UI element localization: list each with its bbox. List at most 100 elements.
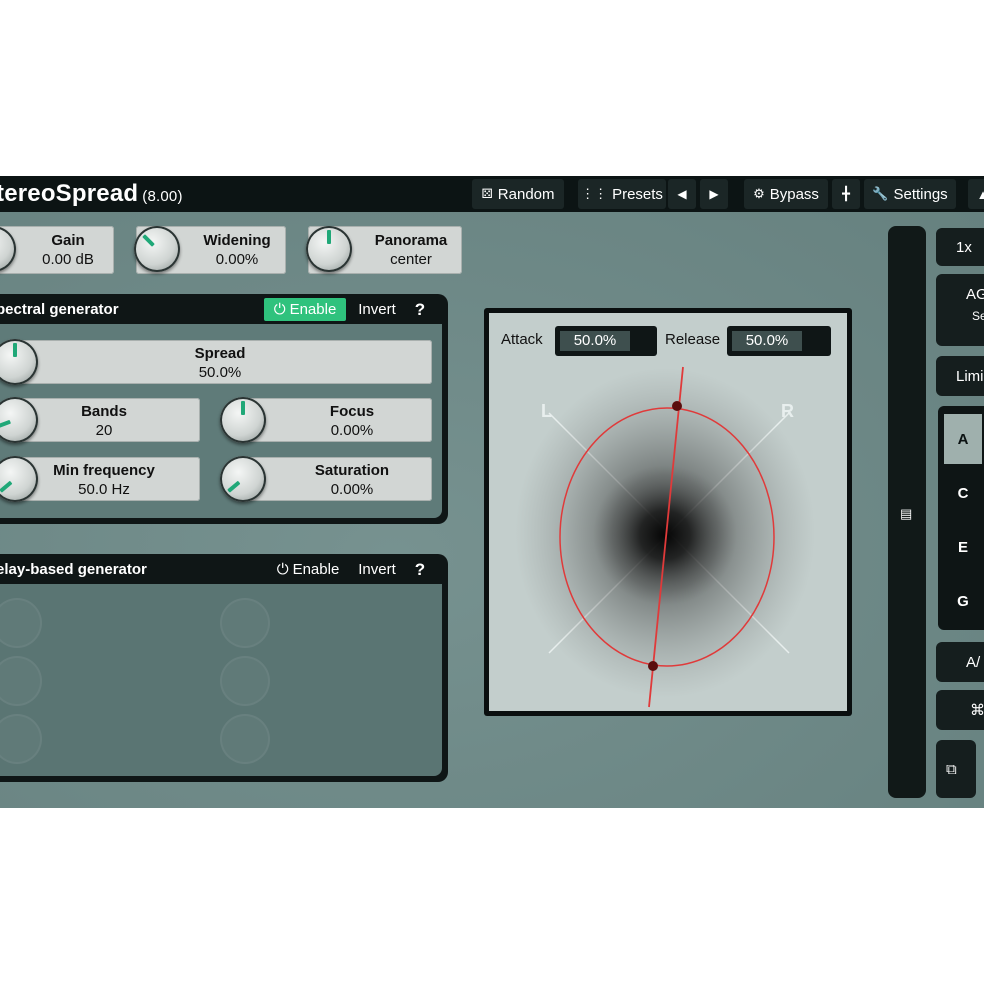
panorama-value: center [390, 251, 432, 268]
delay-title: elay-based generator [0, 561, 147, 578]
settings-button[interactable]: 🔧 Settings [864, 179, 956, 209]
delay-invert-button[interactable]: Invert [352, 558, 402, 581]
midi-icon: ╋ [842, 186, 850, 201]
plugin-window: tereoSpread (8.00) ⚄ Random ⋮⋮ Presets ◀ ▶ … [0, 176, 984, 808]
saturation-knob[interactable] [220, 456, 266, 502]
power-icon: ⏻ [273, 301, 286, 318]
copy-button[interactable]: ⧉ [936, 740, 976, 798]
delay-help-button[interactable]: ? [408, 558, 432, 581]
scope-display: Attack 50.0% Release 50.0% L R [489, 313, 847, 711]
scope-graph: L R [515, 366, 815, 708]
spectral-enable-button[interactable]: ⏻ Enable [264, 298, 346, 321]
slot-c[interactable]: C [944, 468, 982, 518]
presets-label: Presets [612, 185, 663, 203]
gain-label: Gain [51, 232, 85, 249]
slot-e[interactable]: E [944, 522, 982, 572]
saturation-label: Saturation [314, 462, 390, 479]
previous-preset-button[interactable]: ◀ [668, 179, 696, 209]
limiter-button[interactable]: Limi [936, 356, 984, 396]
agc-label: AG [966, 286, 984, 303]
agc-sub-label: Se [972, 309, 984, 323]
spread-value: 50.0% [198, 364, 242, 381]
shuffle-icon: ⌘ [970, 702, 984, 719]
panorama-knob[interactable] [306, 226, 352, 272]
gain-value: 0.00 dB [42, 251, 94, 268]
ghost-knob [0, 656, 42, 706]
spectral-enable-label: Enable [289, 301, 337, 318]
bypass-icon: ⚙ [753, 186, 765, 201]
ghost-knob [220, 656, 270, 706]
delay-enable-label: Enable [292, 561, 340, 578]
slot-g[interactable]: G [944, 576, 982, 626]
focus-value: 0.00% [330, 422, 374, 439]
expand-icon[interactable]: ▤ [900, 506, 912, 522]
gain-control[interactable]: Gain 0.00 dB [0, 226, 114, 274]
zoom-label: 1x [956, 238, 972, 256]
limiter-label: Limi [956, 367, 984, 385]
widening-knob[interactable] [134, 226, 180, 272]
spread-label: Spread [194, 345, 246, 362]
arrow-right-icon: ▶ [709, 187, 719, 201]
delay-invert-label: Invert [358, 561, 396, 578]
slot-c-label: C [957, 484, 969, 502]
random-button[interactable]: ⚄ Random [472, 179, 564, 209]
zoom-button[interactable]: 1x [936, 228, 984, 266]
help-icon: ? [414, 559, 426, 579]
app-version: (8.00) [142, 188, 183, 205]
panorama-label: Panorama [374, 232, 448, 249]
correlation-cloud-core [593, 465, 737, 605]
ellipse-point-top [672, 401, 682, 411]
next-preset-button[interactable]: ▶ [700, 179, 728, 209]
copy-icon: ⧉ [946, 760, 957, 778]
focus-knob[interactable] [220, 397, 266, 443]
scope-right-label: R [781, 401, 794, 421]
preset-slots: A C E G [938, 406, 984, 630]
spread-control[interactable]: Spread 50.0% [8, 340, 432, 384]
app-title: tereoSpread (8.00) [0, 180, 183, 208]
widening-value: 0.00% [215, 251, 259, 268]
spectral-help-button[interactable]: ? [408, 298, 432, 321]
help-icon: ? [414, 299, 426, 319]
delay-header: elay-based generator ⏻ Enable Invert ? [0, 554, 448, 584]
arrow-left-icon: ◀ [677, 187, 687, 201]
ghost-knob [0, 598, 42, 648]
ellipse-point-bottom [648, 661, 658, 671]
randomize-slots-button[interactable]: ⌘ [936, 690, 984, 730]
spectral-header: pectral generator ⏻ Enable Invert ? [0, 294, 448, 324]
menu-button[interactable]: ▲ [968, 179, 984, 209]
delay-body-disabled [0, 584, 442, 776]
settings-label: Settings [893, 185, 948, 203]
midi-button[interactable]: ╋ [832, 179, 860, 209]
slot-g-label: G [957, 592, 969, 610]
ab-button[interactable]: A/ [936, 642, 984, 682]
stereo-scope: Attack 50.0% Release 50.0% L R [484, 308, 852, 716]
side-rail: ▤ [888, 226, 926, 798]
random-label: Random [497, 185, 555, 203]
grid-icon: ⋮⋮ [581, 186, 608, 201]
spectral-invert-label: Invert [358, 301, 396, 318]
power-icon: ⏻ [276, 561, 289, 578]
menu-icon: ▲ [976, 186, 984, 202]
saturation-value: 0.00% [330, 481, 374, 498]
focus-label: Focus [329, 403, 375, 420]
scope-left-label: L [541, 401, 552, 421]
bypass-button[interactable]: ⚙ Bypass [744, 179, 828, 209]
presets-button[interactable]: ⋮⋮ Presets [578, 179, 666, 209]
spectral-title: pectral generator [0, 301, 119, 318]
slot-e-label: E [957, 538, 968, 556]
slot-a-label: A [957, 430, 969, 448]
spectral-invert-button[interactable]: Invert [352, 298, 402, 321]
widening-label: Widening [203, 232, 271, 249]
dice-icon: ⚄ [481, 186, 493, 201]
top-bar: tereoSpread (8.00) ⚄ Random ⋮⋮ Presets ◀ ▶ … [0, 176, 984, 212]
wrench-icon: 🔧 [872, 186, 889, 201]
app-name: tereoSpread [0, 180, 139, 207]
ghost-knob [220, 598, 270, 648]
bypass-label: Bypass [769, 185, 819, 203]
ab-label: A/ [966, 653, 981, 671]
ghost-knob [220, 714, 270, 764]
slot-a[interactable]: A [944, 414, 982, 464]
delay-generator-panel: elay-based generator ⏻ Enable Invert ? [0, 554, 448, 782]
delay-enable-button[interactable]: ⏻ Enable [270, 558, 346, 581]
agc-button[interactable]: AG Se [936, 274, 984, 346]
